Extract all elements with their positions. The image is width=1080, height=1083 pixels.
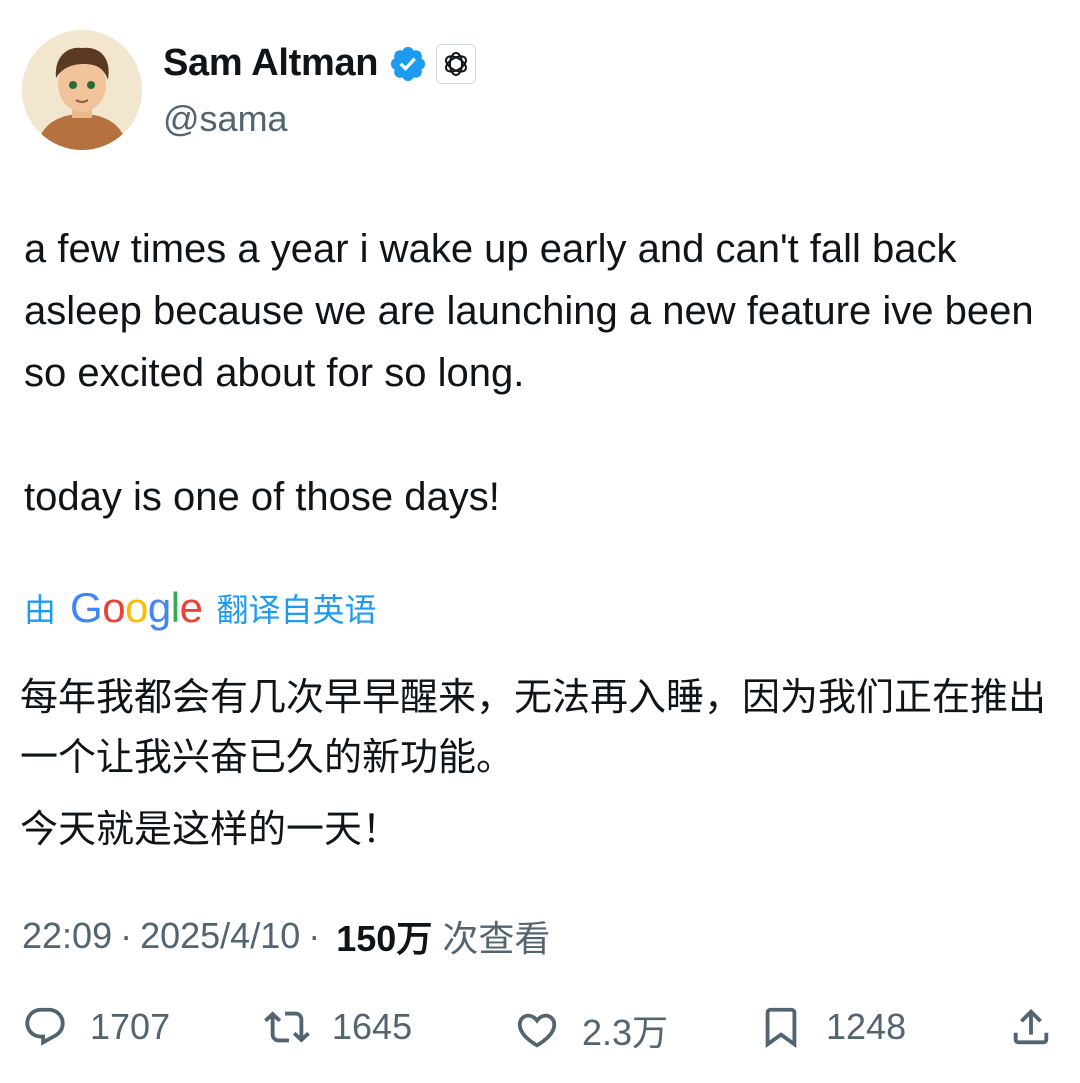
openai-icon [445,51,468,76]
reply-icon [25,1007,65,1046]
translated-paragraph: 每年我都会有几次早早醒来，无法再入睡，因为我们正在推出一个让我兴奋已久的新功能。 [20,677,1047,779]
action-bar: 1707 1645 2.3万 1248 [22,1004,1058,1060]
repost-button[interactable]: 1645 [264,1004,412,1050]
repost-count: 1645 [332,1006,413,1047]
tweet-meta: 22:09 · 2025/4/10 · 150万 次查看 [22,910,550,962]
tweet-paragraph: a few times a year i wake up early and c… [24,227,1034,395]
openai-affiliation-badge[interactable] [436,43,477,84]
google-logo: Google [70,584,203,631]
tweet-time[interactable]: 22:09 [22,915,112,957]
repost-icon [264,1011,310,1043]
like-button[interactable]: 2.3万 [514,1004,668,1056]
meta-separator: · [308,915,321,956]
view-count-label: 次查看 [442,918,551,959]
view-count: 150万 [336,918,433,959]
like-icon [517,1013,557,1048]
bookmark-icon [765,1007,797,1048]
like-count: 2.3万 [582,1012,669,1053]
translation-suffix: 翻译自英语 [216,592,377,628]
reply-button[interactable]: 1707 [22,1004,170,1050]
translation-attribution[interactable]: 由 Google 翻译自英语 [24,584,376,632]
tweet-text: a few times a year i wake up early and c… [24,218,1054,528]
tweet-date[interactable]: 2025/4/10 [140,915,300,957]
display-name[interactable]: Sam Altman [163,42,379,85]
meta-separator: · [120,915,133,956]
verified-icon[interactable] [388,44,428,84]
avatar[interactable] [22,30,142,150]
bookmark-count: 1248 [826,1006,907,1047]
tweet-header: Sam Altman @sama [22,30,1058,154]
reply-count: 1707 [90,1006,171,1047]
translation-prefix: 由 [24,592,57,628]
translated-text: 每年我都会有几次早早醒来，无法再入睡，因为我们正在推出一个让我兴奋已久的新功能。… [20,668,1060,860]
share-button[interactable] [1008,1004,1054,1050]
translated-paragraph: 今天就是这样的一天！ [20,809,401,851]
user-handle[interactable]: @sama [163,98,288,140]
bookmark-button[interactable]: 1248 [758,1004,906,1050]
share-icon [1013,1008,1049,1045]
tweet-paragraph: today is one of those days! [24,475,500,519]
